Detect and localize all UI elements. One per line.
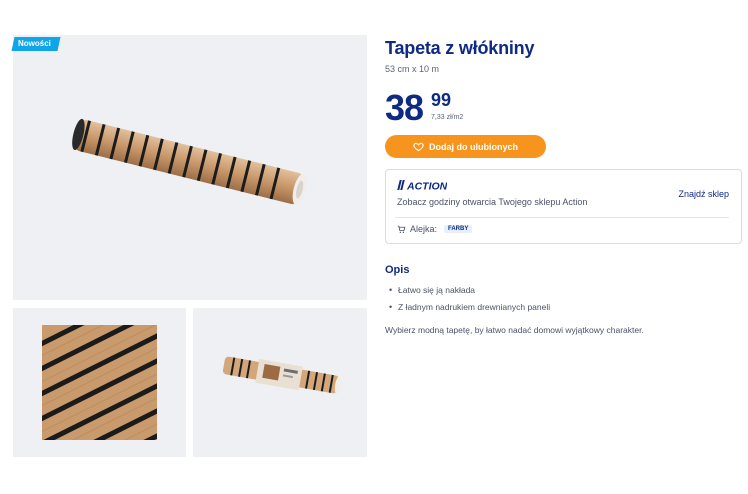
unit-price: 7,33 zł/m2 xyxy=(431,114,464,121)
action-logo: ACTION xyxy=(397,180,447,192)
store-info-box: ACTION Zobacz godziny otwarcia Twojego s… xyxy=(385,169,742,244)
add-to-favorites-button[interactable]: Dodaj do ulubionych xyxy=(385,135,546,158)
list-item: Łatwo się ją nakłada xyxy=(389,286,550,303)
store-hours-link[interactable]: Zobacz godziny otwarcia Twojego sklepu A… xyxy=(397,197,587,207)
wood-pattern-image xyxy=(42,325,157,440)
aisle-badge: FARBY xyxy=(444,225,473,233)
description-title: Opis xyxy=(385,264,410,276)
heart-icon xyxy=(413,142,424,152)
product-main-image[interactable] xyxy=(13,35,367,300)
price-cents: 99 xyxy=(431,90,452,110)
price-whole: 38 xyxy=(385,87,424,128)
aisle-label: Alejka: xyxy=(410,224,438,234)
product-dimensions: 53 cm x 10 m xyxy=(385,64,440,74)
price: 38 99 7,33 zł/m2 xyxy=(385,87,463,130)
list-item: Z ładnym nadrukiem drewnianych paneli xyxy=(389,303,550,320)
product-thumbnail-pattern[interactable] xyxy=(13,308,186,457)
product-thumbnail-package[interactable] xyxy=(193,308,367,457)
description-text: Wybierz modną tapetę, by łatwo nadać dom… xyxy=(385,325,644,335)
wallpaper-roll-image xyxy=(72,118,307,206)
description-bullets: Łatwo się ją nakłada Z ładnym nadrukiem … xyxy=(389,286,550,320)
divider xyxy=(395,217,729,218)
product-title: Tapeta z włókniny xyxy=(385,38,535,58)
packaged-roll-image xyxy=(222,356,342,394)
new-badge: Nowości xyxy=(11,37,61,51)
shopping-cart-icon xyxy=(397,225,406,233)
svg-text:ACTION: ACTION xyxy=(406,181,447,192)
find-store-link[interactable]: Znajdź sklep xyxy=(678,189,729,199)
aisle-info: Alejka: FARBY xyxy=(397,224,473,234)
add-to-favorites-label: Dodaj do ulubionych xyxy=(429,141,518,152)
